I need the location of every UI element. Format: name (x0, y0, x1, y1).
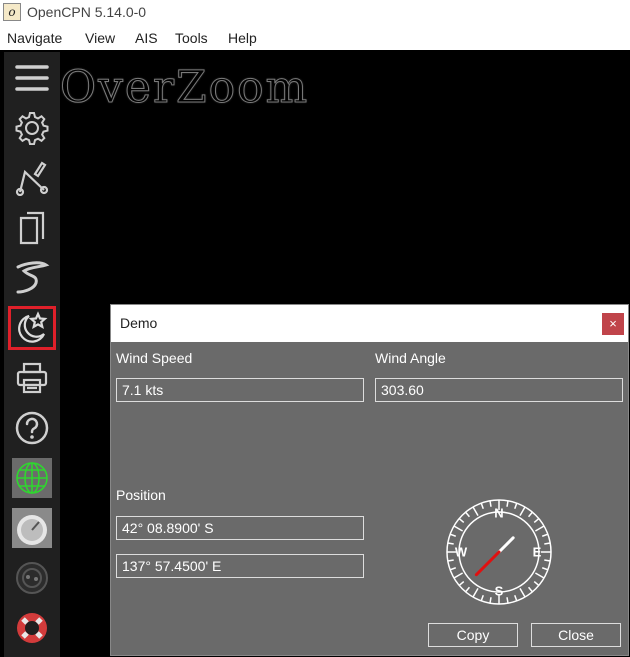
compass-tick (544, 559, 551, 562)
compass-tick (506, 500, 509, 507)
track-button[interactable] (8, 256, 56, 300)
menu-tools[interactable]: Tools (175, 30, 208, 46)
help-button[interactable] (8, 406, 56, 450)
compass-tick (453, 525, 464, 532)
compass-needle-south (474, 550, 501, 577)
compass-tick (533, 580, 540, 586)
menu-navigate[interactable]: Navigate (7, 30, 62, 46)
compass-tick (534, 572, 545, 579)
print-button[interactable] (8, 356, 56, 400)
compass-tick (527, 511, 533, 518)
compass-tick (506, 597, 509, 604)
print-icon (16, 362, 48, 394)
help-icon (15, 411, 49, 445)
copy-button[interactable]: Copy (428, 623, 518, 647)
compass-south-label: S (495, 583, 504, 598)
compass-tick (480, 502, 484, 510)
compass-tick (489, 500, 492, 507)
compass-tick (472, 587, 479, 598)
menu-hamburger-button[interactable] (8, 56, 56, 100)
plugin-icon (16, 562, 48, 594)
compass-tick (514, 594, 518, 602)
compass-tick (465, 511, 471, 518)
compass-tick (465, 586, 471, 593)
compass-tick (519, 587, 526, 598)
globe-grid-button[interactable] (8, 456, 56, 500)
compass-tick (447, 542, 454, 545)
wind-speed-field[interactable]: 7.1 kts (116, 378, 364, 402)
menu-view[interactable]: View (85, 30, 115, 46)
plugin-button[interactable] (8, 556, 56, 600)
compass-tick (541, 567, 549, 571)
overzoom-indicator: OverZoom (59, 62, 310, 114)
compass-tick (458, 580, 465, 586)
compass-tick (541, 533, 549, 537)
route-button[interactable] (8, 156, 56, 200)
lifebuoy-icon (17, 613, 47, 643)
night-mode-icon (18, 311, 48, 343)
wind-angle-label: Wind Angle (375, 350, 446, 366)
compass-tick (453, 572, 464, 579)
longitude-field[interactable]: 137° 57.4500' E (116, 554, 364, 578)
position-label: Position (116, 487, 166, 503)
window-titlebar: o OpenCPN 5.14.0-0 (0, 0, 630, 26)
compass-west-label: W (455, 544, 468, 559)
settings-button[interactable] (8, 106, 56, 150)
compass-east-label: E (533, 544, 542, 559)
menu-ais[interactable]: AIS (135, 30, 158, 46)
compass-tick (472, 506, 479, 517)
menu-help[interactable]: Help (228, 30, 257, 46)
close-button[interactable]: Close (531, 623, 621, 647)
compass-tick (534, 525, 545, 532)
compass-tick (533, 518, 540, 524)
compass-tick (544, 542, 551, 545)
latitude-field[interactable]: 42° 08.8900' S (116, 516, 364, 540)
compass-tick (449, 533, 457, 537)
menu-bar: Navigate View AIS Tools Help (0, 26, 630, 50)
compass-tick (519, 506, 526, 517)
compass-tick (489, 597, 492, 604)
globe-grid-icon (12, 458, 52, 498)
wind-angle-field[interactable]: 303.60 (375, 378, 623, 402)
compass-tick (527, 586, 533, 593)
window-title: OpenCPN 5.14.0-0 (27, 4, 147, 20)
mob-button[interactable] (8, 606, 56, 650)
route-manager-button[interactable] (8, 206, 56, 250)
wind-speed-label: Wind Speed (116, 350, 193, 366)
compass-rose: N E S W (446, 499, 552, 605)
compass-tick (480, 594, 484, 602)
compass-tick (458, 518, 465, 524)
route-manager-icon (19, 211, 45, 245)
dialog-title: Demo (120, 315, 158, 331)
dialog-close-icon[interactable]: × (602, 313, 624, 335)
compass-tick (449, 567, 457, 571)
dashboard-button[interactable] (8, 506, 56, 550)
compass-north-label: N (494, 505, 503, 520)
demo-dialog: Demo × Wind Speed 7.1 kts Wind Angle 303… (110, 304, 629, 656)
main-toolbar (4, 52, 60, 657)
compass-tick (514, 502, 518, 510)
compass-needle-north (497, 536, 515, 554)
dashboard-gauge-icon (12, 508, 52, 548)
compass-tick (447, 559, 454, 562)
opencpn-app-icon: o (3, 3, 21, 21)
dialog-titlebar: Demo × (111, 305, 628, 342)
settings-gear-icon (15, 112, 49, 145)
night-mode-button[interactable] (8, 306, 56, 350)
menu-hamburger-icon (15, 65, 49, 91)
route-icon (15, 161, 49, 196)
track-icon (16, 261, 50, 294)
